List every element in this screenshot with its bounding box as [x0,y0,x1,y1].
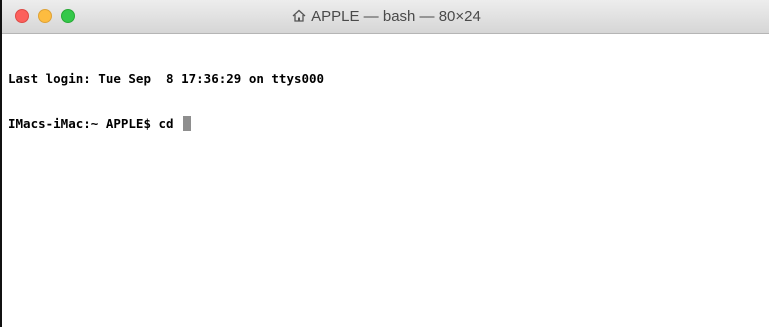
text-cursor [183,116,192,131]
terminal-line: Last login: Tue Sep 8 17:36:29 on ttys00… [8,71,325,86]
terminal-output[interactable]: Last login: Tue Sep 8 17:36:29 on ttys00… [2,34,769,327]
home-icon [292,9,306,22]
terminal-prompt-line[interactable]: IMacs-iMac:~ APPLE$ cd [8,116,763,131]
window-title: APPLE — bash — 80×24 [2,0,769,33]
terminal-prompt-text: IMacs-iMac:~ APPLE$ cd [8,116,182,131]
terminal-window: APPLE — bash — 80×24 Last login: Tue Sep… [0,0,769,327]
window-titlebar[interactable]: APPLE — bash — 80×24 [2,0,769,34]
window-title-text: APPLE — bash — 80×24 [311,8,481,25]
